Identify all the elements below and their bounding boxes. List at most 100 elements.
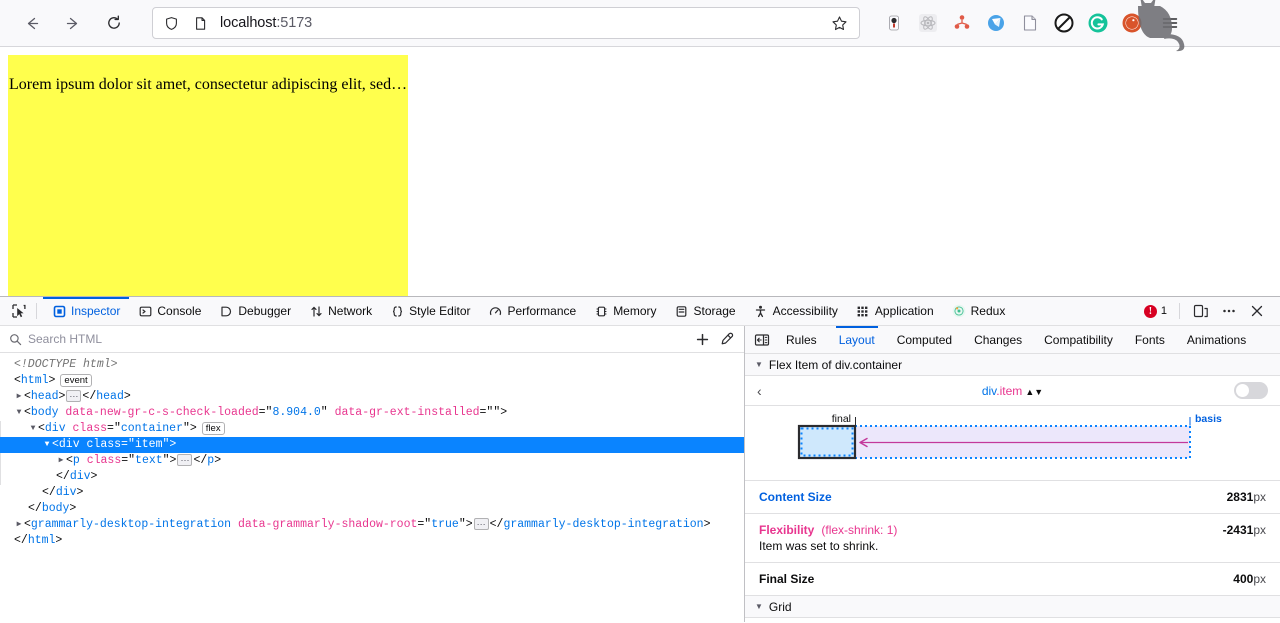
layout-tab-animations[interactable]: Animations (1176, 326, 1257, 354)
back-button[interactable] (16, 7, 48, 39)
tab-label: Accessibility (773, 304, 838, 318)
extension-icon-1[interactable] (878, 7, 910, 39)
dom-node-container-close[interactable]: </div> (0, 485, 744, 501)
url-text[interactable]: localhost:5173 (220, 15, 827, 31)
dom-tree[interactable]: <!DOCTYPE html> <html> event <head>⋯</he… (0, 353, 744, 622)
react-devtools-icon[interactable] (912, 7, 944, 39)
reload-button[interactable] (98, 7, 130, 39)
redux-icon (952, 304, 966, 318)
toolbar-divider-2 (1179, 303, 1180, 319)
plus-icon[interactable] (690, 328, 714, 350)
chevron-down-icon[interactable]: ▼ (755, 602, 763, 611)
dom-node-item-selected[interactable]: <div class="item"> (0, 437, 744, 453)
error-count: 1 (1161, 305, 1167, 317)
collapse-twisty-icon[interactable] (28, 421, 38, 437)
extension-icon-3[interactable] (946, 7, 978, 39)
tab-performance[interactable]: Performance (479, 297, 585, 326)
expand-twisty-icon[interactable] (56, 453, 66, 469)
property-title: Content Size (759, 490, 832, 504)
star-icon[interactable] (827, 11, 851, 35)
flex-badge[interactable]: flex (202, 422, 225, 435)
split-console-toggle-icon[interactable] (749, 328, 775, 352)
extension-icon-4[interactable] (980, 7, 1012, 39)
network-icon (309, 304, 323, 318)
tab-network[interactable]: Network (300, 297, 381, 326)
layout-tab-computed[interactable]: Computed (886, 326, 963, 354)
tab-application[interactable]: Application (847, 297, 943, 326)
expand-twisty-icon[interactable] (14, 517, 24, 533)
event-badge[interactable]: event (60, 374, 91, 387)
tab-storage[interactable]: Storage (666, 297, 745, 326)
collapsed-children-icon[interactable]: ⋯ (474, 518, 489, 530)
tab-redux[interactable]: Redux (943, 297, 1015, 326)
tab-inspector[interactable]: Inspector (43, 297, 129, 326)
inspector-icon (52, 304, 66, 318)
layout-tab-layout[interactable]: Layout (828, 326, 886, 354)
flex-item-section-header[interactable]: ▼ Flex Item of div.container (745, 354, 1280, 376)
dom-node-doctype[interactable]: <!DOCTYPE html> (0, 357, 744, 373)
layout-content: ▼ Flex Item of div.container ‹ div.item▲… (745, 354, 1280, 622)
expand-twisty-icon[interactable] (14, 389, 24, 405)
performance-icon (488, 304, 502, 318)
dom-node-head[interactable]: <head>⋯</head> (0, 389, 744, 405)
property-row-flexibility[interactable]: Flexibility (flex-shrink: 1) Item was se… (745, 514, 1280, 563)
reader-mode-icon[interactable] (1014, 7, 1046, 39)
value-number: 2831 (1227, 490, 1254, 504)
search-input[interactable] (28, 332, 690, 346)
dom-node-container[interactable]: <div class="container"> flex (0, 421, 744, 437)
close-devtools-icon[interactable] (1244, 299, 1270, 323)
tab-label: Performance (507, 304, 576, 318)
property-row-final-size[interactable]: Final Size 400px (745, 563, 1280, 596)
dom-node-html[interactable]: <html> event (0, 373, 744, 389)
property-title: Flexibility (759, 523, 814, 537)
extension-icon-8[interactable] (1116, 7, 1148, 39)
collapsed-children-icon[interactable]: ⋯ (177, 454, 192, 466)
flex-highlight-toggle[interactable] (1234, 382, 1268, 399)
layout-pane: Rules Layout Computed Changes Compatibil… (745, 326, 1280, 622)
property-title: Final Size (759, 572, 814, 586)
error-count-badge[interactable]: ! 1 (1138, 305, 1173, 318)
dom-node-grammarly[interactable]: <grammarly-desktop-integration data-gram… (0, 517, 744, 533)
page-icon[interactable] (190, 13, 210, 33)
property-row-content-size[interactable]: Content Size 2831px (745, 481, 1280, 514)
forward-button[interactable] (56, 7, 88, 39)
tab-label: Redux (971, 304, 1006, 318)
value-unit: px (1253, 490, 1266, 504)
tab-memory[interactable]: Memory (585, 297, 665, 326)
shield-icon[interactable] (161, 13, 181, 33)
dom-node-body-close[interactable]: </body> (0, 501, 744, 517)
dom-node-p[interactable]: <p class="text">⋯</p> (0, 453, 744, 469)
ublock-origin-icon[interactable] (1048, 7, 1080, 39)
chevron-left-icon[interactable]: ‹ (757, 383, 775, 399)
dom-node-html-close[interactable]: </html> (0, 533, 744, 549)
element-picker-icon[interactable] (6, 299, 32, 323)
collapsed-children-icon[interactable]: ⋯ (66, 390, 81, 402)
property-heading: Content Size (759, 490, 832, 504)
address-bar[interactable]: localhost:5173 (152, 7, 860, 39)
chevron-down-icon[interactable]: ▼ (755, 360, 763, 369)
html-search-bar (0, 326, 744, 353)
grid-section-header[interactable]: ▼ Grid (745, 596, 1280, 618)
error-icon: ! (1144, 305, 1157, 318)
more-options-icon[interactable] (1216, 299, 1242, 323)
layout-tab-fonts[interactable]: Fonts (1124, 326, 1176, 354)
tab-label: Inspector (71, 304, 120, 318)
dom-node-item-close[interactable]: </div> (0, 469, 744, 485)
collapse-twisty-icon[interactable] (14, 405, 24, 421)
layout-tab-compatibility[interactable]: Compatibility (1033, 326, 1124, 354)
responsive-design-mode-icon[interactable] (1188, 299, 1214, 323)
updown-arrows-icon[interactable]: ▲▼ (1025, 387, 1043, 397)
flex-item-selector: ‹ div.item▲▼ (745, 376, 1280, 406)
layout-tab-changes[interactable]: Changes (963, 326, 1033, 354)
hamburger-menu-icon[interactable] (1154, 7, 1186, 39)
eyedropper-icon[interactable] (714, 328, 738, 350)
layout-tab-rules[interactable]: Rules (775, 326, 828, 354)
grammarly-icon[interactable] (1082, 7, 1114, 39)
dom-node-body[interactable]: <body data-new-gr-c-s-check-loaded="8.90… (0, 405, 744, 421)
tab-console[interactable]: Console (129, 297, 210, 326)
collapse-twisty-icon[interactable] (42, 437, 52, 453)
tab-style-editor[interactable]: Style Editor (381, 297, 479, 326)
toolbar-divider (36, 303, 37, 319)
tab-accessibility[interactable]: Accessibility (745, 297, 847, 326)
tab-debugger[interactable]: Debugger (210, 297, 300, 326)
